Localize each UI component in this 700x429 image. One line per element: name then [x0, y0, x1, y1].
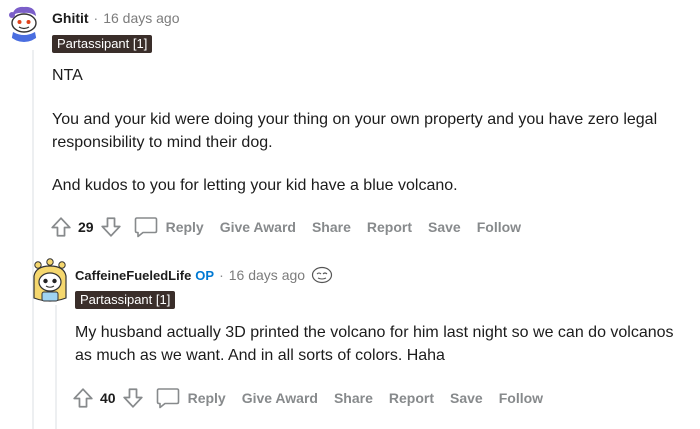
comment-actions: 29 Reply Give Award Share Report Save Fo…	[50, 215, 537, 239]
upvote-icon[interactable]	[50, 216, 72, 238]
comment-body: NTA You and your kid were doing your thi…	[52, 64, 672, 197]
reply-label: Reply	[187, 390, 226, 406]
comment-paragraph: NTA	[52, 67, 83, 84]
vote-score: 40	[100, 390, 116, 406]
comment-paragraph: And kudos to you for letting your kid ha…	[52, 177, 458, 194]
separator-dot: ·	[93, 10, 99, 26]
save-button[interactable]: Save	[450, 390, 483, 406]
author-name[interactable]: CaffeineFueledLife	[75, 268, 191, 283]
thread-line-main[interactable]	[32, 50, 34, 429]
give-award-button[interactable]: Give Award	[220, 219, 296, 235]
comment-bubble-icon	[156, 387, 180, 409]
reply-button[interactable]: Reply	[134, 216, 204, 238]
op-badge: OP	[195, 267, 215, 283]
comment-body: My husband actually 3D printed the volca…	[75, 321, 675, 367]
report-button[interactable]: Report	[389, 390, 434, 406]
user-flair: Partassipant [1]	[52, 35, 153, 53]
comment-header: CaffeineFueledLife OP · 16 days ago	[75, 266, 333, 284]
thread-line-reply[interactable]	[55, 305, 57, 429]
award-emoji-icon	[311, 266, 333, 284]
upvote-icon[interactable]	[72, 387, 94, 409]
share-button[interactable]: Share	[312, 219, 351, 235]
avatar-snoo-icon	[4, 2, 44, 42]
downvote-icon[interactable]	[122, 387, 144, 409]
comment-header: Ghitit · 16 days ago	[52, 10, 180, 26]
reply-label: Reply	[165, 219, 204, 235]
separator-dot: ·	[219, 267, 224, 283]
report-button[interactable]: Report	[367, 219, 412, 235]
follow-button[interactable]: Follow	[499, 390, 543, 406]
save-button[interactable]: Save	[428, 219, 461, 235]
user-flair: Partassipant [1]	[75, 291, 176, 309]
avatar[interactable]	[30, 258, 70, 304]
avatar[interactable]	[4, 2, 44, 42]
comment-bubble-icon	[134, 216, 158, 238]
vote-score: 29	[78, 219, 94, 235]
comment-paragraph: My husband actually 3D printed the volca…	[75, 324, 674, 364]
timestamp[interactable]: 16 days ago	[103, 10, 179, 26]
avatar-snoo-icon	[33, 258, 67, 302]
comment-paragraph: You and your kid were doing your thing o…	[52, 111, 658, 151]
comment-actions: 40 Reply Give Award Share Report Save Fo…	[72, 386, 559, 410]
reply-button[interactable]: Reply	[156, 387, 226, 409]
give-award-button[interactable]: Give Award	[242, 390, 318, 406]
downvote-icon[interactable]	[100, 216, 122, 238]
share-button[interactable]: Share	[334, 390, 373, 406]
follow-button[interactable]: Follow	[477, 219, 521, 235]
author-name[interactable]: Ghitit	[52, 10, 89, 26]
timestamp[interactable]: 16 days ago	[229, 267, 305, 283]
